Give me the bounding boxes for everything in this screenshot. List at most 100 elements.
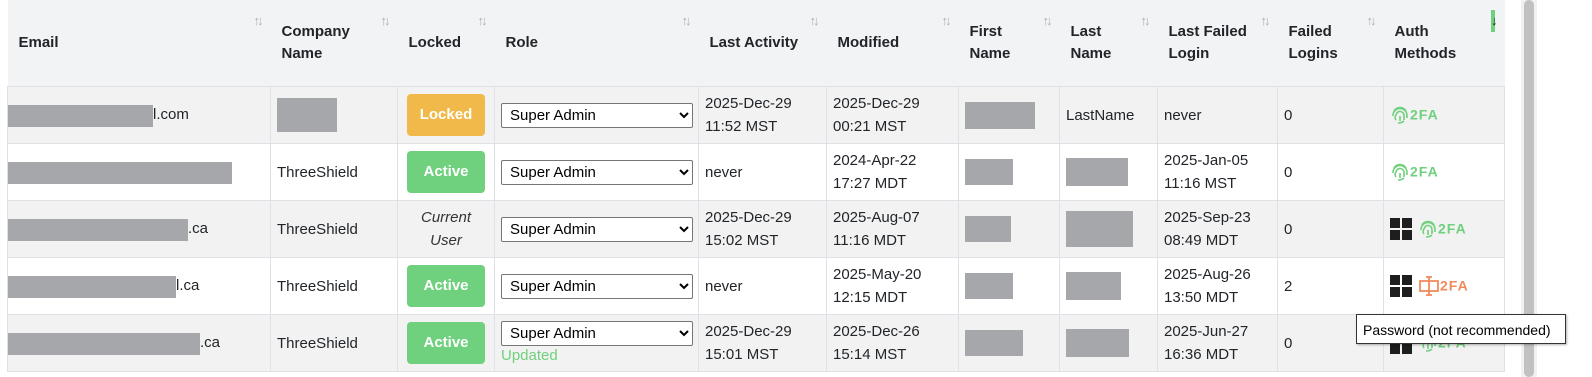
active-button[interactable]: Active: [407, 151, 485, 193]
column-header-last-activity[interactable]: Last Activity ↑↓: [698, 0, 827, 87]
table-body: l.com Locked Super Admin 2025-Dec-29 11:52 M…: [7, 86, 1505, 372]
sort-icon[interactable]: ↑↓: [810, 10, 820, 32]
table-header-row: Email ↑↓ Company Name ↑↓ Locked ↑↓ Role ↑↓ Last …: [7, 0, 1505, 87]
modified-time: 11:16 MDT: [833, 232, 907, 249]
locked-button[interactable]: Locked: [407, 94, 485, 136]
users-table: Email ↑↓ Company Name ↑↓ Locked ↑↓ Role ↑↓ Last …: [7, 0, 1505, 372]
locked-cell: Current User: [397, 200, 495, 258]
first-name-cell: [958, 200, 1060, 258]
users-table-container: Email ↑↓ Company Name ↑↓ Locked ↑↓ Role ↑↓ Last …: [7, 0, 1505, 377]
modified-date: 2025-Dec-29: [833, 95, 920, 112]
modified-time: 15:14 MST: [833, 346, 907, 363]
company-name: ThreeShield: [277, 277, 358, 295]
fingerprint-2fa-icon[interactable]: [1390, 106, 1410, 125]
sort-desc-icon[interactable]: ↓: [1491, 10, 1497, 32]
column-header-email[interactable]: Email ↑↓: [7, 0, 271, 87]
column-header-role[interactable]: Role ↑↓: [494, 0, 699, 87]
column-header-label: Company Name: [281, 23, 350, 62]
column-header-modified[interactable]: Modified ↑↓: [826, 0, 959, 87]
role-select[interactable]: Super Admin: [501, 102, 693, 128]
last-name-cell: LastName: [1059, 86, 1158, 144]
windows-icon[interactable]: [1390, 218, 1412, 241]
last-failed-time: 11:16 MST: [1164, 175, 1237, 192]
failed-logins-cell: 0: [1277, 200, 1384, 258]
role-cell: Super Admin: [494, 143, 699, 201]
column-header-label: Locked: [408, 34, 462, 51]
role-select[interactable]: Super Admin: [501, 273, 693, 299]
company-cell: ThreeShield: [270, 257, 398, 315]
sort-icon[interactable]: ↑↓: [478, 10, 488, 32]
modified-cell: 2024-Apr-22 17:27 MDT: [826, 143, 959, 201]
last-failed-date: 2025-Aug-26: [1164, 266, 1251, 283]
company-cell: ThreeShield: [270, 143, 398, 201]
fingerprint-2fa-icon[interactable]: [1418, 220, 1438, 239]
first-name-cell: [958, 314, 1060, 372]
last-failed-date: never: [1164, 106, 1202, 124]
sort-icon[interactable]: ↑↓: [1261, 10, 1271, 32]
modified-cell: 2025-May-20 12:15 MDT: [826, 257, 959, 315]
email-cell: .ca: [7, 314, 271, 372]
windows-icon[interactable]: [1390, 275, 1412, 298]
auth-tooltip: Password (not recommended): [1356, 314, 1566, 344]
auth-methods-cell: 2FA: [1383, 200, 1505, 258]
sort-icon[interactable]: ↑↓: [682, 10, 692, 32]
column-header-last-name[interactable]: Last Name ↑↓: [1059, 0, 1158, 87]
modified-date: 2025-May-20: [833, 266, 922, 283]
redacted-block: [1066, 329, 1129, 357]
role-select[interactable]: Super Admin: [501, 159, 693, 185]
last-name: LastName: [1066, 106, 1135, 124]
first-name-cell: [958, 86, 1060, 144]
first-name-cell: [958, 143, 1060, 201]
role-cell: Super Admin: [494, 86, 699, 144]
locked-cell: Active: [397, 143, 495, 201]
email-cell: .ca: [7, 200, 271, 258]
failed-logins-count: 2: [1284, 277, 1293, 295]
table-row: .ca ThreeShield Current User Super Admin 202…: [7, 200, 1505, 258]
redacted-block: [8, 104, 153, 127]
first-name-cell: [958, 257, 1060, 315]
locked-cell: Locked: [397, 86, 495, 144]
sort-icon[interactable]: ↑↓: [942, 10, 952, 32]
column-header-auth-methods[interactable]: Auth Methods ↓: [1383, 0, 1505, 87]
column-header-first-name[interactable]: First Name ↑↓: [958, 0, 1060, 87]
redacted-block: [965, 330, 1023, 356]
last-activity-date: never: [705, 163, 743, 181]
column-header-last-failed-login[interactable]: Last Failed Login ↑↓: [1157, 0, 1278, 87]
last-activity-date: 2025-Dec-29: [705, 323, 792, 340]
locked-cell: Active: [397, 314, 495, 372]
last-activity-date: 2025-Dec-29: [705, 209, 792, 226]
column-header-label: Last Failed Login: [1168, 23, 1247, 62]
last-activity-time: 15:02 MST: [705, 232, 779, 249]
column-header-company-name[interactable]: Company Name ↑↓: [270, 0, 398, 87]
sort-icon[interactable]: ↑↓: [1367, 10, 1377, 32]
failed-logins-cell: 0: [1277, 86, 1384, 144]
company-name: ThreeShield: [277, 163, 358, 181]
redacted-block: [965, 216, 1011, 242]
sort-icon[interactable]: ↑↓: [1043, 10, 1053, 32]
role-select[interactable]: Super Admin: [501, 216, 693, 242]
password-icon[interactable]: [1418, 276, 1440, 297]
column-header-locked[interactable]: Locked ↑↓: [397, 0, 495, 87]
column-header-failed-logins[interactable]: Failed Logins ↑↓: [1277, 0, 1384, 87]
role-select[interactable]: Super Admin: [501, 320, 693, 346]
sort-icon[interactable]: ↑↓: [381, 10, 391, 32]
sort-icon[interactable]: ↑↓: [254, 10, 264, 32]
last-failed-date: 2025-Jun-27: [1164, 323, 1249, 340]
role-cell: Super Admin Updated: [494, 314, 699, 372]
active-button[interactable]: Active: [407, 322, 485, 364]
email-suffix: l.ca: [176, 277, 200, 295]
sort-icon[interactable]: ↑↓: [1141, 10, 1151, 32]
modified-cell: 2025-Aug-07 11:16 MDT: [826, 200, 959, 258]
email-suffix: .ca: [188, 220, 209, 238]
failed-logins-count: 0: [1284, 106, 1293, 124]
fingerprint-2fa-icon[interactable]: [1390, 163, 1410, 182]
table-row: ThreeShield Active Super Admin never 2024-Ap…: [7, 143, 1505, 201]
auth-methods-cell: 2FA: [1383, 143, 1505, 201]
modified-cell: 2025-Dec-26 15:14 MST: [826, 314, 959, 372]
active-button[interactable]: Active: [407, 265, 485, 307]
modified-time: 17:27 MDT: [833, 175, 908, 192]
table-row: l.com Locked Super Admin 2025-Dec-29 11:52 M…: [7, 86, 1505, 144]
redacted-block: [8, 161, 232, 184]
current-user-label: Current User: [420, 209, 472, 249]
failed-logins-count: 0: [1284, 334, 1293, 352]
